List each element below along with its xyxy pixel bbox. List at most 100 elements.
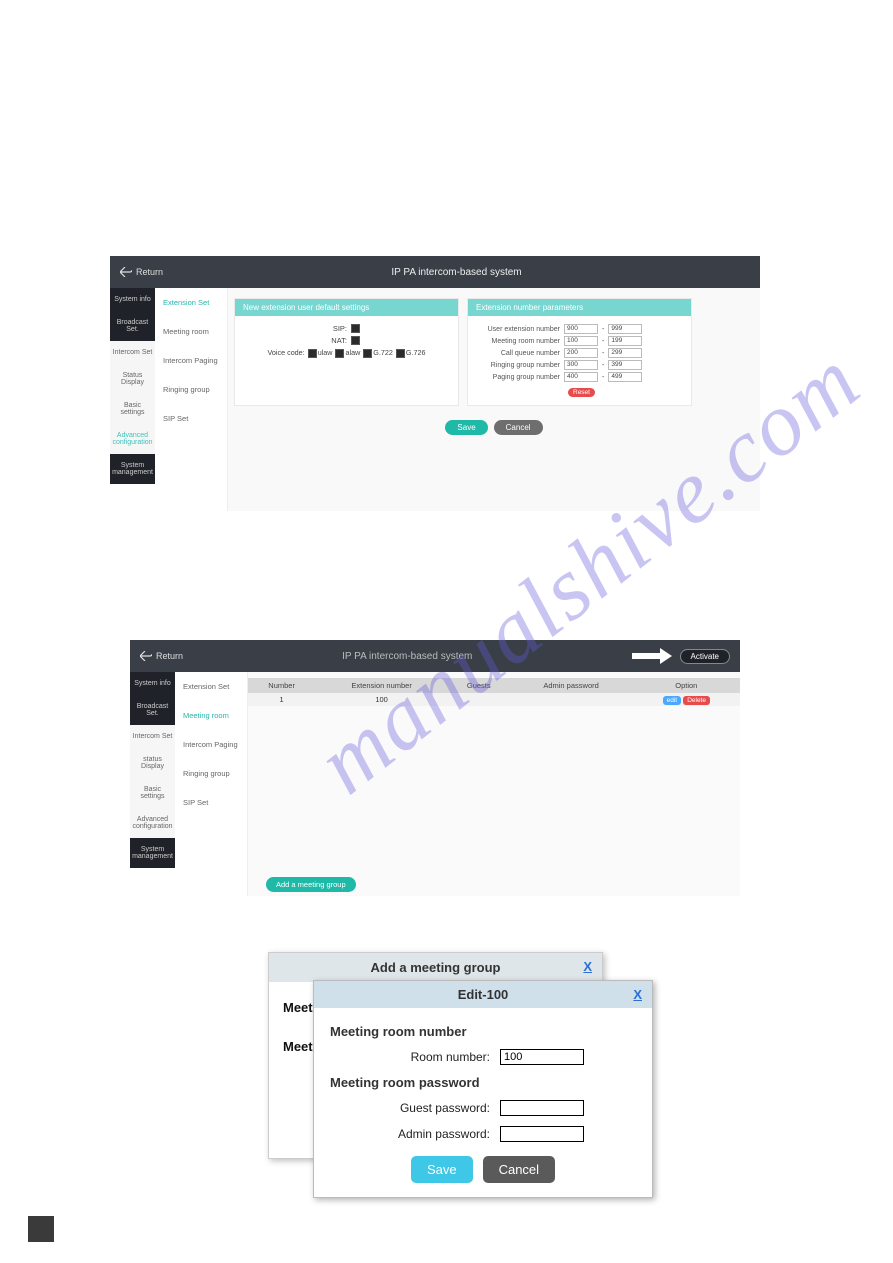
return-button[interactable]: Return	[140, 651, 183, 661]
param-row: Ringing group number300-399	[476, 360, 683, 370]
leftnav-item[interactable]: Basic settings	[110, 394, 155, 424]
param-to-input[interactable]: 999	[608, 324, 642, 334]
voice-code-row: Voice code: ulaw alaw G.722 G.726	[243, 348, 450, 358]
return-label: Return	[136, 267, 163, 277]
nat-checkbox[interactable]	[351, 336, 360, 345]
cancel-button[interactable]: Cancel	[483, 1156, 555, 1183]
topbar: Return IP PA intercom-based system	[110, 256, 760, 288]
return-label: Return	[156, 651, 183, 661]
table-header: Extension number	[315, 678, 448, 693]
return-button[interactable]: Return	[120, 267, 163, 277]
leftnav-item[interactable]: status Display	[130, 748, 175, 778]
close-button[interactable]: X	[583, 959, 592, 974]
edit-button[interactable]: edit	[663, 696, 681, 705]
subnav-item[interactable]: Extension Set	[175, 672, 247, 701]
cell-guests	[448, 693, 510, 706]
leftnav-item[interactable]: System info	[110, 288, 155, 311]
voice-checkbox[interactable]	[308, 349, 317, 358]
leftnav-item[interactable]: Intercom Set	[110, 341, 155, 364]
leftnav-item[interactable]: Intercom Set	[130, 725, 175, 748]
param-to-input[interactable]: 199	[608, 336, 642, 346]
subnav-item[interactable]: SIP Set	[155, 404, 227, 433]
sip-label: SIP:	[333, 324, 347, 333]
param-label: Meeting room number	[476, 338, 564, 345]
delete-button[interactable]: Delete	[683, 696, 710, 705]
param-from-input[interactable]: 900	[564, 324, 598, 334]
dialog-title-bar: Add a meeting group X	[269, 953, 602, 982]
leftnav-item[interactable]: System management	[110, 454, 155, 484]
card-number-parameters: Extension number parameters User extensi…	[467, 298, 692, 406]
topbar: Return IP PA intercom-based system Activ…	[130, 640, 740, 672]
voice-checkbox[interactable]	[335, 349, 344, 358]
subnav-item[interactable]: SIP Set	[175, 788, 247, 817]
cancel-button[interactable]: Cancel	[494, 420, 543, 435]
voice-checkbox[interactable]	[396, 349, 405, 358]
voice-checkbox[interactable]	[363, 349, 372, 358]
leftnav-item[interactable]: System management	[130, 838, 175, 868]
subnav-item[interactable]: Extension Set	[155, 288, 227, 317]
section-room-number: Meeting room number	[330, 1024, 636, 1039]
meeting-table: NumberExtension numberGuestsAdmin passwo…	[248, 678, 740, 706]
sip-checkbox[interactable]	[351, 324, 360, 333]
subnav-item[interactable]: Intercom Paging	[155, 346, 227, 375]
save-button[interactable]: Save	[445, 420, 487, 435]
table-header-row: NumberExtension numberGuestsAdmin passwo…	[248, 678, 740, 693]
subnav-item[interactable]: Intercom Paging	[175, 730, 247, 759]
reset-button[interactable]: Reset	[568, 388, 595, 397]
param-row: Meeting room number100-199	[476, 336, 683, 346]
param-label: User extension number	[476, 326, 564, 333]
admin-password-input[interactable]	[500, 1126, 584, 1142]
dialog-title: Edit-100	[458, 987, 509, 1002]
guest-password-label: Guest password:	[330, 1101, 500, 1115]
section-room-password: Meeting room password	[330, 1075, 636, 1090]
leftnav-item[interactable]: Advanced configuration	[110, 424, 155, 454]
voice-option-label: ulaw	[318, 348, 333, 357]
activate-button[interactable]: Activate	[680, 649, 730, 664]
guest-password-input[interactable]	[500, 1100, 584, 1116]
voice-option-label: G.726	[406, 348, 426, 357]
param-from-input[interactable]: 200	[564, 348, 598, 358]
card-title: New extension user default settings	[235, 299, 458, 316]
param-row: Paging group number400-499	[476, 372, 683, 382]
subnav-item[interactable]: Meeting room	[175, 701, 247, 730]
param-to-input[interactable]: 399	[608, 360, 642, 370]
add-meeting-group-button[interactable]: Add a meeting group	[266, 877, 356, 892]
table-header: Option	[633, 678, 740, 693]
admin-password-label: Admin password:	[330, 1127, 500, 1141]
save-button[interactable]: Save	[411, 1156, 473, 1183]
action-buttons: Save Cancel	[234, 420, 754, 435]
leftnav: System infoBroadcast Set.Intercom SetSta…	[110, 288, 155, 511]
leftnav-item[interactable]: Status Display	[110, 364, 155, 394]
cell-number: 1	[248, 693, 315, 706]
room-number-input[interactable]	[500, 1049, 584, 1065]
return-arrow-icon	[140, 651, 152, 661]
panel-meeting-room: Return IP PA intercom-based system Activ…	[130, 640, 740, 896]
subnav: Extension SetMeeting roomIntercom Paging…	[155, 288, 228, 511]
param-from-input[interactable]: 400	[564, 372, 598, 382]
leftnav-item[interactable]: Advanced configuration	[130, 808, 175, 838]
nat-label: NAT:	[331, 336, 347, 345]
leftnav-item[interactable]: Broadcast Set.	[130, 695, 175, 725]
subnav-item[interactable]: Ringing group	[175, 759, 247, 788]
subnav-item[interactable]: Ringing group	[155, 375, 227, 404]
subnav: Extension SetMeeting roomIntercom Paging…	[175, 672, 248, 896]
main-content: NumberExtension numberGuestsAdmin passwo…	[248, 672, 740, 896]
param-to-input[interactable]: 299	[608, 348, 642, 358]
subnav-item[interactable]: Meeting room	[155, 317, 227, 346]
cell-admin	[510, 693, 633, 706]
param-from-input[interactable]: 100	[564, 336, 598, 346]
leftnav-item[interactable]: System info	[130, 672, 175, 695]
leftnav-item[interactable]: Basic settings	[130, 778, 175, 808]
room-number-label: Room number:	[330, 1050, 500, 1064]
param-from-input[interactable]: 300	[564, 360, 598, 370]
close-button[interactable]: X	[633, 987, 642, 1002]
table-header: Admin password	[510, 678, 633, 693]
dialog-buttons: Save Cancel	[330, 1156, 636, 1183]
cell-extension: 100	[315, 693, 448, 706]
app-title: IP PA intercom-based system	[163, 267, 750, 278]
param-row: User extension number900-999	[476, 324, 683, 334]
param-to-input[interactable]: 499	[608, 372, 642, 382]
leftnav-item[interactable]: Broadcast Set.	[110, 311, 155, 341]
param-label: Paging group number	[476, 374, 564, 381]
voice-label: Voice code:	[268, 348, 305, 357]
